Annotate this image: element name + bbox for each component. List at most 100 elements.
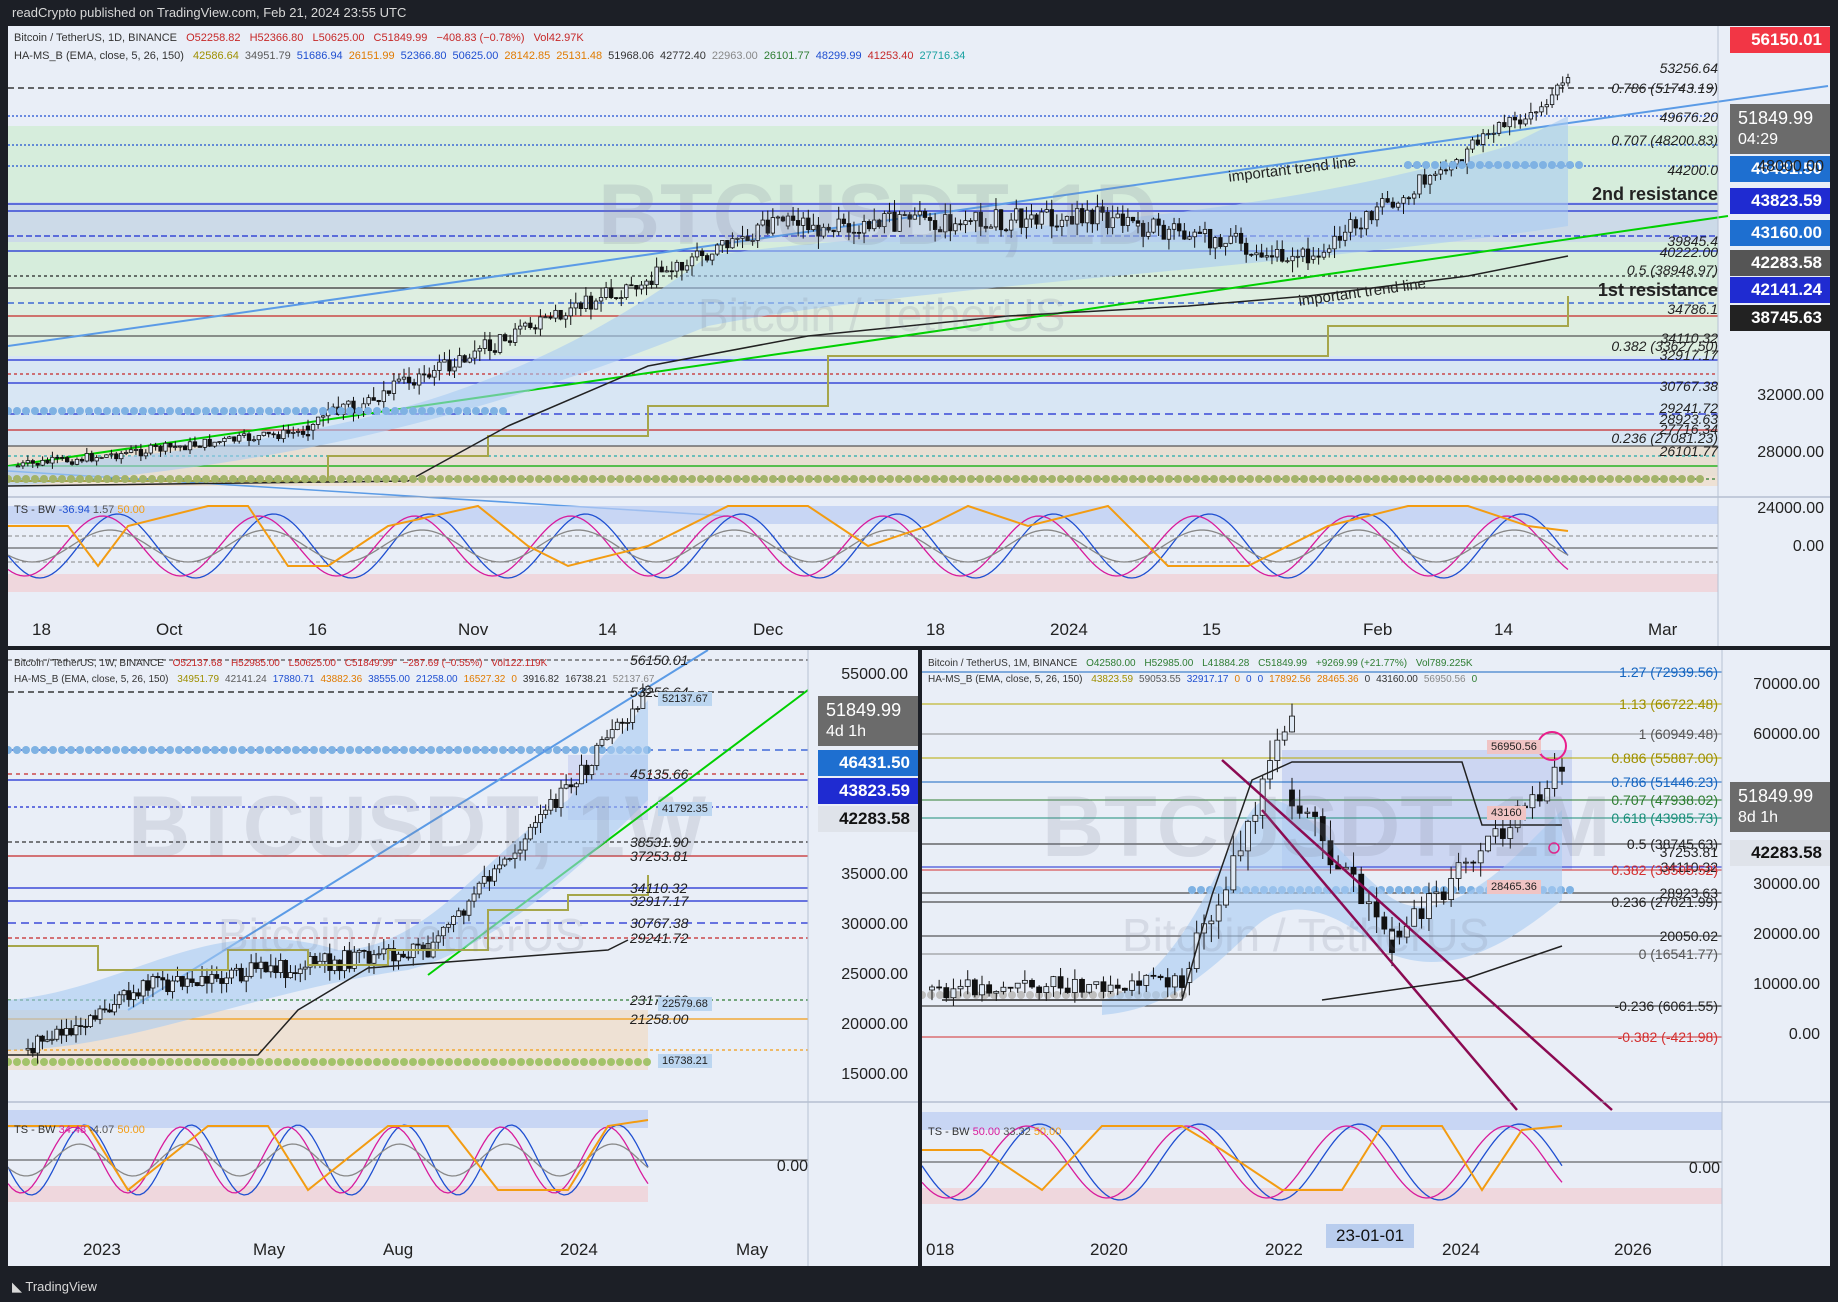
- daily-dot-marker: [1021, 475, 1029, 483]
- daily-level-label: 26101.77: [1659, 443, 1718, 459]
- weekly-dot-marker: [157, 1058, 165, 1066]
- daily-dot-marker: [526, 475, 534, 483]
- daily-candle: [261, 431, 266, 436]
- daily-dot-marker: [328, 407, 336, 415]
- daily-dot-marker: [364, 407, 372, 415]
- weekly-dot-marker: [571, 746, 579, 754]
- daily-dot-marker: [724, 475, 732, 483]
- daily-dot-marker: [310, 475, 318, 483]
- daily-dot-marker: [976, 475, 984, 483]
- daily-indicator-name[interactable]: HA-MS_B (EMA, close, 5, 26, 150): [14, 50, 184, 62]
- daily-osc-lower-band: [8, 574, 1718, 592]
- daily-dot-marker: [121, 407, 129, 415]
- weekly-dot-marker: [301, 746, 309, 754]
- daily-dot-marker: [508, 475, 516, 483]
- daily-dot-marker: [1201, 475, 1209, 483]
- weekly-dot-marker: [40, 746, 48, 754]
- daily-osc-zero: 0.00: [1792, 538, 1824, 555]
- daily-dot-marker: [94, 407, 102, 415]
- weekly-candle: [73, 1025, 79, 1036]
- daily-level-label: 44200.0: [1667, 162, 1718, 178]
- daily-candle: [391, 380, 397, 394]
- monthly-close: C51849.99: [1258, 658, 1308, 669]
- daily-dot-marker: [1210, 475, 1218, 483]
- daily-date-label: 14: [598, 620, 617, 639]
- weekly-chart-pane[interactable]: BTCUSDT, 1W Bitcoin / TetherUS Bitcoin /…: [8, 650, 918, 1266]
- monthly-symbol[interactable]: Bitcoin / TetherUS, 1M, BINANCE: [928, 658, 1077, 669]
- weekly-candle: [584, 764, 590, 776]
- daily-ts-bw-name[interactable]: TS - BW: [14, 504, 56, 516]
- weekly-dot-marker: [418, 1058, 426, 1066]
- daily-dot-marker: [832, 475, 840, 483]
- weekly-dot-marker: [427, 746, 435, 754]
- daily-dot-marker: [481, 475, 489, 483]
- daily-dot-marker: [1494, 161, 1502, 169]
- weekly-indicator-value: 38555.00: [368, 674, 410, 685]
- daily-axis-label: 28000.00: [1757, 444, 1824, 461]
- monthly-dot-marker: [1458, 886, 1466, 894]
- daily-candle: [192, 441, 198, 447]
- daily-dot-marker: [130, 475, 138, 483]
- daily-candle: [457, 355, 462, 368]
- weekly-dot-marker: [346, 746, 354, 754]
- monthly-candle: [1366, 901, 1372, 905]
- daily-dot-marker: [31, 407, 39, 415]
- daily-candle: [1280, 249, 1285, 262]
- weekly-candle: [179, 976, 185, 987]
- weekly-indicator-name[interactable]: HA-MS_B (EMA, close, 5, 26, 150): [14, 674, 169, 685]
- weekly-dot-marker: [463, 1058, 471, 1066]
- daily-dot-marker: [490, 475, 498, 483]
- daily-dot-marker: [220, 407, 228, 415]
- monthly-indicator-value: 43160.00: [1376, 674, 1418, 685]
- daily-level-label: 0.5 (38948.97): [1626, 262, 1718, 278]
- daily-level-label: 53256.64: [1659, 60, 1718, 76]
- daily-dot-marker: [454, 475, 462, 483]
- daily-chart-pane[interactable]: BTCUSDT, 1D Bitcoin / TetherUS Bitcoin /…: [8, 26, 1830, 646]
- weekly-dot-marker: [364, 1058, 372, 1066]
- weekly-watermark-sub: Bitcoin / TetherUS: [218, 909, 586, 961]
- weekly-candle: [54, 1028, 60, 1040]
- daily-dot-marker: [1030, 475, 1038, 483]
- monthly-candle: [1014, 982, 1021, 989]
- daily-dot-marker: [373, 407, 381, 415]
- daily-candle: [65, 457, 70, 463]
- daily-candle: [649, 280, 654, 285]
- daily-candle: [603, 287, 609, 298]
- weekly-indicator-value: 16738.21: [565, 674, 607, 685]
- daily-candle: [1433, 173, 1438, 176]
- daily-dot-marker: [301, 475, 309, 483]
- weekly-level-label: 37253.81: [630, 848, 689, 864]
- daily-date-label: 18: [32, 620, 51, 639]
- monthly-indicator-name[interactable]: HA-MS_B (EMA, close, 5, 26, 150): [928, 674, 1083, 685]
- weekly-ts-bw-name[interactable]: TS - BW: [14, 1124, 56, 1136]
- daily-dot-marker: [517, 475, 525, 483]
- weekly-dot-marker: [157, 746, 165, 754]
- weekly-candle: [160, 977, 166, 981]
- daily-watermark-sub: Bitcoin / TetherUS: [698, 289, 1066, 341]
- daily-candle: [99, 457, 104, 459]
- weekly-indicator-value: 16527.32: [463, 674, 506, 685]
- daily-candle: [528, 322, 533, 329]
- daily-dot-marker: [805, 475, 813, 483]
- weekly-candle: [131, 992, 136, 1000]
- daily-dot-marker: [1539, 161, 1547, 169]
- monthly-candle: [1093, 981, 1100, 985]
- daily-candle: [1417, 174, 1422, 195]
- weekly-date-label: May: [253, 1240, 286, 1259]
- weekly-symbol[interactable]: Bitcoin / TetherUS, 1W, BINANCE: [14, 658, 164, 669]
- daily-symbol[interactable]: Bitcoin / TetherUS, 1D, BINANCE: [14, 32, 177, 44]
- monthly-chart-pane[interactable]: BTCUSDT, 1M Bitcoin / TetherUS Bitcoin /…: [922, 650, 1830, 1266]
- monthly-ts-bw-name[interactable]: TS - BW: [928, 1126, 970, 1138]
- daily-candle: [669, 270, 674, 273]
- daily-dot-marker: [499, 475, 507, 483]
- daily-dot-marker: [1156, 475, 1164, 483]
- weekly-tag: 22579.68: [658, 997, 712, 1011]
- daily-candle: [109, 453, 114, 456]
- weekly-candle: [68, 1028, 74, 1036]
- monthly-countdown: 8d 1h: [1738, 809, 1779, 826]
- daily-candle: [227, 436, 232, 439]
- daily-candle: [1353, 219, 1358, 229]
- daily-dot-marker: [841, 475, 849, 483]
- monthly-grey-badge: 42283.58: [1730, 840, 1830, 866]
- daily-candle: [583, 295, 589, 310]
